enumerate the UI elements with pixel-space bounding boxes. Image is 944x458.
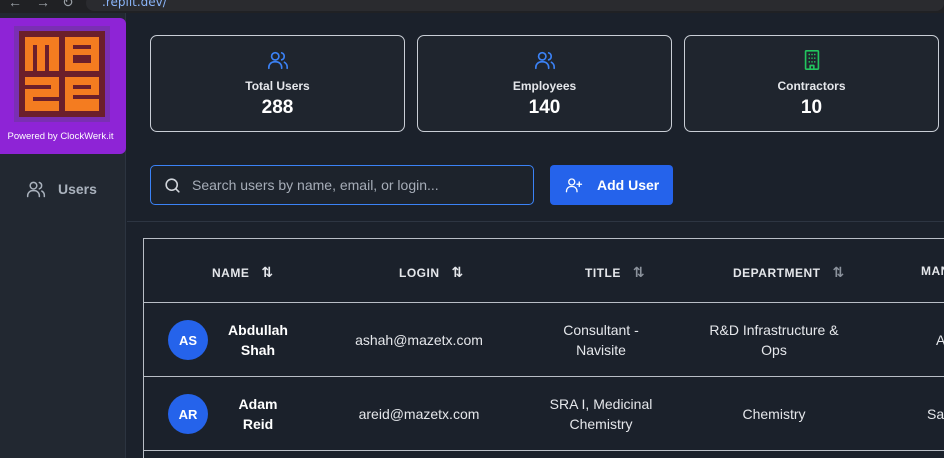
add-user-button[interactable]: Add User xyxy=(550,165,673,205)
table-row[interactable]: AS Abdullah Shah ashah@mazetx.com Consul… xyxy=(144,304,944,377)
column-header-title[interactable]: TITLE ⇅ xyxy=(585,264,645,281)
stat-value: 10 xyxy=(800,97,823,118)
sort-icon[interactable]: ⇅ xyxy=(832,264,844,281)
search-icon xyxy=(165,177,180,193)
users-table: NAME ⇅ LOGIN ⇅ TITLE ⇅ DEPARTMENT ⇅ MAN … xyxy=(143,238,944,458)
stat-label: Total Users xyxy=(245,79,310,93)
sort-icon[interactable]: ⇅ xyxy=(261,264,273,281)
search-input[interactable] xyxy=(192,177,522,193)
user-login: areid@mazetx.com xyxy=(358,406,480,422)
stat-label: Employees xyxy=(512,79,577,93)
stat-label: Contractors xyxy=(777,79,846,93)
divider xyxy=(127,221,944,222)
powered-by-text: Powered by ClockWerk.it xyxy=(7,131,114,142)
user-name[interactable]: Abdullah Shah xyxy=(218,320,298,360)
users-icon xyxy=(534,51,555,70)
reload-icon[interactable]: ↻ xyxy=(62,0,74,11)
add-user-label: Add User xyxy=(597,177,660,193)
users-icon xyxy=(26,181,46,198)
sort-icon[interactable]: ⇅ xyxy=(452,264,464,281)
avatar: AR xyxy=(168,394,208,434)
maze-logo-icon xyxy=(19,31,105,117)
avatar: AS xyxy=(168,320,208,360)
building-icon xyxy=(804,50,819,70)
user-manager: A xyxy=(936,332,944,348)
table-row[interactable]: AR Adam Reid areid@mazetx.com SRA I, Med… xyxy=(144,378,944,451)
forward-icon[interactable]: → xyxy=(36,0,50,10)
users-icon xyxy=(267,51,288,70)
table-header: NAME ⇅ LOGIN ⇅ TITLE ⇅ DEPARTMENT ⇅ MAN xyxy=(144,239,944,303)
stat-card-contractors: Contractors 10 xyxy=(684,35,939,132)
user-name[interactable]: Adam Reid xyxy=(218,394,298,434)
browser-toolbar: ← → ↻ .replit.dev/ xyxy=(0,0,944,13)
brand-logo-panel: Powered by ClockWerk.it xyxy=(0,18,126,154)
search-box[interactable] xyxy=(150,165,534,205)
stat-card-employees: Employees 140 xyxy=(417,35,672,132)
user-department: R&D Infrastructure & Ops xyxy=(709,322,839,358)
sidebar-item-label: Users xyxy=(58,181,97,197)
maze-logo xyxy=(14,26,110,122)
user-title: Consultant - Navisite xyxy=(563,322,639,358)
user-login: ashah@mazetx.com xyxy=(355,332,483,348)
user-plus-icon xyxy=(565,178,583,193)
stat-value: 140 xyxy=(528,97,561,118)
user-title: SRA I, Medicinal Chemistry xyxy=(549,396,653,432)
column-header-manager[interactable]: MAN xyxy=(921,264,944,278)
column-header-login[interactable]: LOGIN ⇅ xyxy=(399,264,464,281)
column-header-department[interactable]: DEPARTMENT ⇅ xyxy=(733,264,845,281)
stat-card-total-users: Total Users 288 xyxy=(150,35,405,132)
sort-icon[interactable]: ⇅ xyxy=(633,264,645,281)
stat-value: 288 xyxy=(261,97,294,118)
back-icon[interactable]: ← xyxy=(8,0,22,10)
sidebar-item-users[interactable]: Users xyxy=(26,179,97,199)
user-department: Chemistry xyxy=(742,406,806,422)
address-bar[interactable] xyxy=(86,0,944,11)
main-content: Total Users 288 Employees 140 Contractor… xyxy=(127,13,944,458)
user-manager: Sar xyxy=(927,406,944,422)
sidebar: Powered by ClockWerk.it Users xyxy=(0,13,126,458)
column-header-name[interactable]: NAME ⇅ xyxy=(212,264,274,281)
address-bar-url: .replit.dev/ xyxy=(102,0,167,9)
